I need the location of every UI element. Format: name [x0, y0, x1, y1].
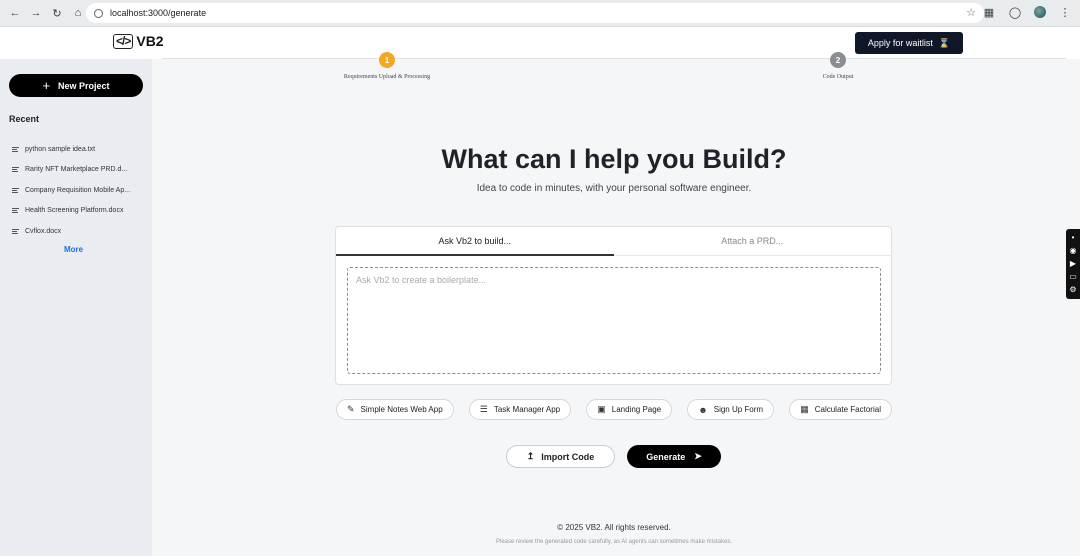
step-label: Requirements Upload & Processing: [343, 74, 431, 80]
step-requirements: 1 Requirements Upload & Processing: [330, 52, 444, 80]
settings-gear-icon[interactable]: ⚙: [1069, 285, 1076, 295]
chip-label: Sign Up Form: [713, 405, 764, 414]
recent-item-label: Health Screening Platform.docx: [25, 207, 124, 215]
floating-toolstrip: • ◉ ▶ ▭ ⚙: [1066, 229, 1080, 299]
home-icon[interactable]: ⌂: [70, 5, 86, 21]
video-icon[interactable]: ▶: [1070, 259, 1076, 269]
document-lines-icon: [12, 228, 19, 234]
prompt-input[interactable]: [356, 275, 872, 366]
new-project-label: New Project: [58, 80, 110, 91]
pin-icon[interactable]: •: [1072, 233, 1075, 243]
tab-ask-vb2[interactable]: Ask Vb2 to build...: [336, 227, 614, 256]
chip-calculate-factorial[interactable]: ▦ Calculate Factorial: [789, 399, 892, 420]
footer-copyright: © 2025 VB2. All rights reserved.: [557, 523, 671, 532]
sidebar: + New Project Recent python sample idea.…: [0, 59, 152, 556]
recent-item-label: Rarity NFT Marketplace PRD.d...: [25, 166, 128, 174]
tab-attach-prd[interactable]: Attach a PRD...: [614, 227, 892, 255]
page-title: What can I help you Build?: [441, 144, 787, 174]
recent-item-label: python sample idea.txt: [25, 145, 96, 153]
page-subtitle: Idea to code in minutes, with your perso…: [476, 183, 752, 194]
prompt-card: Ask Vb2 to build... Attach a PRD...: [335, 226, 892, 385]
step-number-badge: 2: [830, 52, 846, 68]
logo-text: VB2: [136, 33, 164, 49]
suggestion-chips: ✎ Simple Notes Web App ☰ Task Manager Ap…: [336, 399, 892, 420]
recent-item[interactable]: Cvflox.docx: [12, 221, 150, 242]
waitlist-label: Apply for waitlist: [867, 38, 933, 48]
chip-simple-notes[interactable]: ✎ Simple Notes Web App: [336, 399, 454, 420]
chip-landing-page[interactable]: ▣ Landing Page: [586, 399, 673, 420]
stepper-track: [162, 58, 1066, 59]
forward-icon[interactable]: →: [28, 5, 44, 21]
chip-sign-up-form[interactable]: ☻ Sign Up Form: [687, 399, 775, 420]
prompt-tabs: Ask Vb2 to build... Attach a PRD...: [336, 227, 891, 256]
generate-button[interactable]: Generate ➤: [627, 445, 721, 468]
document-lines-icon: [12, 187, 19, 193]
new-project-button[interactable]: + New Project: [9, 74, 143, 97]
footer-disclaimer: Please review the generated code careful…: [495, 539, 732, 545]
more-link[interactable]: More: [64, 245, 83, 254]
step-code-output: 2 Code Output: [808, 52, 868, 80]
address-bar-url: localhost:3000/generate: [110, 8, 207, 18]
recent-item-label: Cvflox.docx: [25, 227, 62, 235]
document-lines-icon: [12, 146, 19, 152]
camera-icon[interactable]: ◉: [1070, 246, 1077, 256]
plus-icon: +: [42, 78, 51, 93]
app-header: </> VB2 Apply for waitlist ⌛: [0, 27, 1080, 59]
generate-label: Generate: [646, 451, 686, 462]
chip-label: Calculate Factorial: [814, 405, 881, 414]
calculator-icon: ▦: [800, 404, 809, 414]
profile-avatar-icon[interactable]: [1034, 6, 1046, 18]
document-lines-icon: [12, 167, 19, 173]
recent-item[interactable]: python sample idea.txt: [12, 139, 150, 160]
recent-item[interactable]: Rarity NFT Marketplace PRD.d...: [12, 160, 150, 181]
import-code-label: Import Code: [541, 451, 595, 462]
screens-icon[interactable]: ▭: [1069, 272, 1077, 282]
upload-icon: ↥: [526, 451, 535, 461]
chip-label: Landing Page: [611, 405, 662, 414]
site-info-icon[interactable]: [94, 8, 103, 18]
checklist-icon: ☰: [479, 404, 488, 414]
note-edit-icon: ✎: [347, 404, 355, 414]
chip-label: Simple Notes Web App: [360, 405, 443, 414]
step-number-badge: 1: [379, 52, 395, 68]
extensions-icon[interactable]: ▦: [982, 5, 996, 19]
user-plus-icon: ☻: [698, 404, 708, 415]
prompt-dropzone: [347, 267, 881, 374]
apply-waitlist-button[interactable]: Apply for waitlist ⌛: [855, 32, 963, 54]
document-lines-icon: [12, 208, 19, 214]
recent-item[interactable]: Health Screening Platform.docx: [12, 201, 150, 222]
recent-list: python sample idea.txt Rarity NFT Market…: [12, 139, 150, 242]
address-bar[interactable]: localhost:3000/generate ☆: [86, 3, 984, 23]
tab-search-icon[interactable]: ◯: [1008, 5, 1022, 19]
hourglass-icon: ⌛: [938, 37, 951, 48]
browser-toolbar: ← → ↻ ⌂ localhost:3000/generate ☆ ▦ ◯ ⋮: [0, 0, 1080, 27]
runner-icon: ➤: [694, 451, 702, 461]
reload-icon[interactable]: ↻: [49, 5, 65, 21]
layout-icon: ▣: [597, 404, 606, 414]
chip-task-manager[interactable]: ☰ Task Manager App: [468, 399, 572, 420]
back-icon[interactable]: ←: [7, 5, 23, 21]
import-code-button[interactable]: ↥ Import Code: [506, 445, 615, 468]
browser-menu-icon[interactable]: ⋮: [1058, 5, 1072, 19]
step-label: Code Output: [822, 74, 854, 80]
bookmark-star-icon[interactable]: ☆: [966, 6, 976, 19]
code-brackets-icon: </>: [113, 33, 134, 49]
recent-heading: Recent: [9, 114, 40, 124]
chip-label: Task Manager App: [493, 405, 561, 414]
app-logo[interactable]: </> VB2: [113, 33, 164, 49]
recent-item-label: Company Requisition Mobile Ap...: [25, 186, 131, 194]
recent-item[interactable]: Company Requisition Mobile Ap...: [12, 180, 150, 201]
